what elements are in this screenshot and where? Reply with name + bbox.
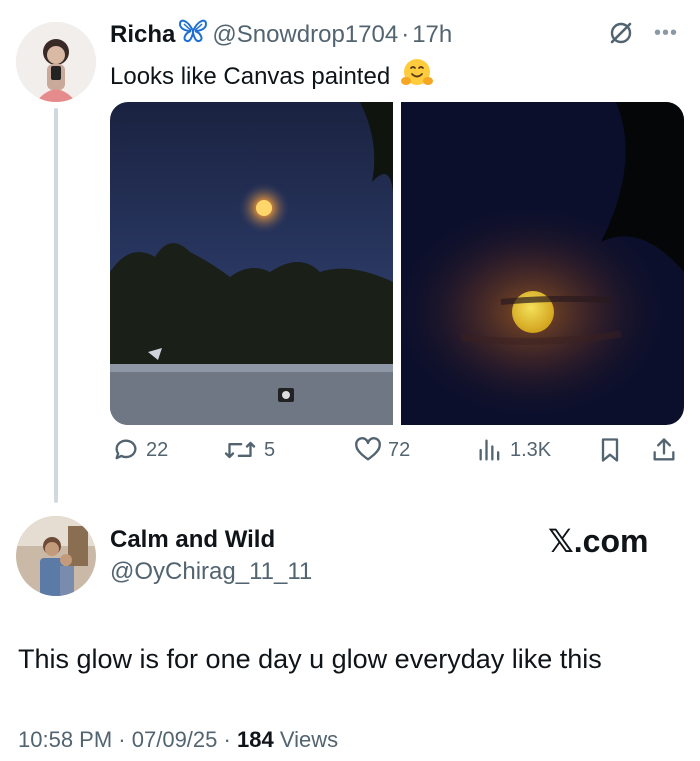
reply-button[interactable]: 22 xyxy=(112,436,168,464)
post-date[interactable]: 07/09/25 xyxy=(132,727,218,752)
reply-author-name[interactable]: Calm and Wild xyxy=(110,526,275,554)
heart-icon xyxy=(355,437,381,461)
views-button[interactable]: 1.3K xyxy=(476,436,551,464)
orange-moon-closeup-photo[interactable] xyxy=(401,102,684,425)
like-count: 72 xyxy=(388,438,411,461)
author-handle[interactable]: @Snowdrop1704 xyxy=(212,21,398,49)
moon-over-trees-photo[interactable] xyxy=(110,102,393,425)
timestamp[interactable]: 17h xyxy=(412,21,452,49)
tweet-text: Looks like Canvas painted xyxy=(110,57,434,96)
separator: · xyxy=(223,727,231,752)
bookmark-button[interactable] xyxy=(596,436,630,464)
watermark-text: .com xyxy=(573,522,649,559)
separator: · xyxy=(118,727,126,752)
thread-line xyxy=(54,108,58,503)
tweet-header: Richa @Snowdrop1704 · 17h xyxy=(110,18,452,51)
like-button[interactable]: 72 xyxy=(354,436,410,464)
retweet-count: 5 xyxy=(264,438,276,461)
more-icon[interactable]: ••• xyxy=(654,22,678,45)
reply-icon xyxy=(115,439,137,460)
reply-count: 22 xyxy=(146,438,169,461)
retweet-icon xyxy=(224,441,256,459)
avatar[interactable] xyxy=(16,516,96,596)
grok-icon[interactable] xyxy=(608,20,634,51)
share-icon xyxy=(653,438,675,461)
tweet-text-content: Looks like Canvas painted xyxy=(110,62,391,90)
reply-author-handle[interactable]: @OyChirag_11_11 xyxy=(110,558,312,586)
x-logo-icon: 𝕏 xyxy=(548,522,574,560)
bookmark-icon xyxy=(601,438,619,462)
views-total: 184 xyxy=(236,727,274,752)
views-count: 1.3K xyxy=(510,438,552,461)
post-time[interactable]: 10:58 PM xyxy=(18,727,112,752)
tweet-media[interactable] xyxy=(110,102,684,425)
views-chart-icon xyxy=(479,439,500,461)
views-label: Views xyxy=(279,727,339,752)
x-com-watermark: 𝕏 .com xyxy=(548,522,648,560)
separator: · xyxy=(401,20,410,48)
hugging-face-emoji xyxy=(400,57,434,96)
reply-text: This glow is for one day u glow everyday… xyxy=(18,644,602,674)
retweet-button[interactable]: 5 xyxy=(222,436,275,464)
tweet-meta: 10:58 PM · 07/09/25 · 184 Views xyxy=(18,727,338,753)
butterfly-icon xyxy=(178,18,208,51)
author-name[interactable]: Richa xyxy=(110,21,175,49)
share-button[interactable] xyxy=(650,436,684,464)
avatar[interactable] xyxy=(16,22,96,102)
tweet-actions: 22 5 72 1.3K xyxy=(110,436,684,476)
